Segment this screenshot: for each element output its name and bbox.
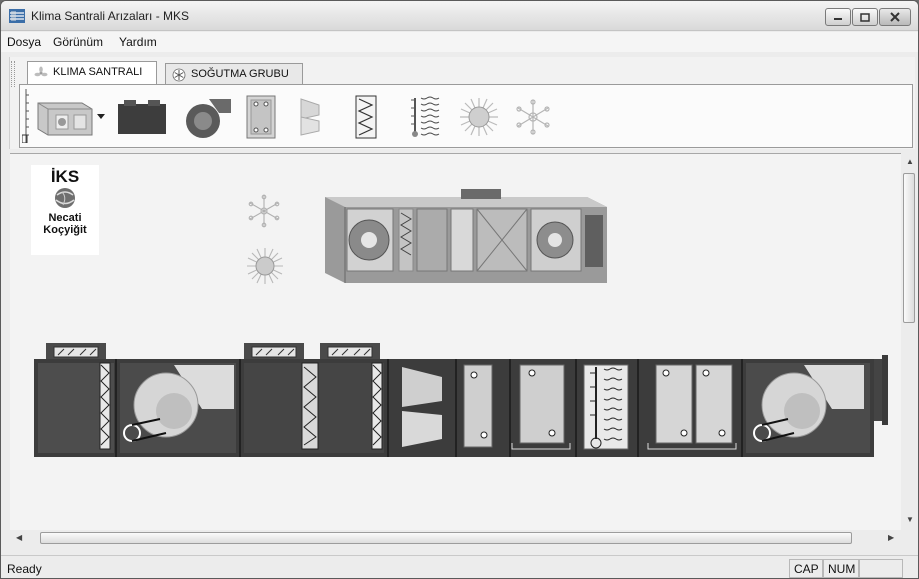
scroll-right-icon[interactable]: ▶ xyxy=(888,533,894,542)
snowflake-icon xyxy=(172,68,186,82)
tab-sogutma-grubu-label: SOĞUTMA GRUBU xyxy=(191,68,289,80)
tool-humidifier[interactable] xyxy=(404,91,448,143)
centrifugal-fan-icon xyxy=(186,99,231,138)
menu-gorunum[interactable]: Görünüm xyxy=(53,35,103,49)
logo-name-last: Koçyiğit xyxy=(43,224,87,236)
canvas-sun-icon[interactable] xyxy=(246,247,284,285)
sound-attenuator-icon xyxy=(300,98,320,136)
status-text: Ready xyxy=(7,562,42,576)
band-grip[interactable] xyxy=(11,61,15,87)
component-toolbar xyxy=(19,84,913,148)
maximize-button[interactable] xyxy=(852,8,878,26)
logo-name-first: Necati xyxy=(48,212,82,224)
dropdown-arrow-icon xyxy=(97,114,105,119)
horizontal-scrollbar[interactable]: ◀ ▶ xyxy=(10,530,901,547)
horizontal-scroll-thumb[interactable] xyxy=(40,532,852,544)
air-handling-unit-icon xyxy=(37,102,93,136)
humidifier-icon xyxy=(411,96,440,137)
app-icon xyxy=(9,9,25,23)
minimize-icon xyxy=(834,18,842,20)
minimize-button[interactable] xyxy=(825,8,851,26)
scroll-up-icon[interactable]: ▲ xyxy=(906,157,914,166)
status-num: NUM xyxy=(823,559,859,578)
canvas-snowflake-icon[interactable] xyxy=(245,193,283,229)
tool-dropdown[interactable] xyxy=(96,91,106,143)
ahu-schematic[interactable] xyxy=(34,339,890,463)
damper-top-2 xyxy=(244,343,304,359)
app-window: Klima Santrali Arızaları - MKS Dosya Gör… xyxy=(0,0,919,579)
vertical-scroll-thumb[interactable] xyxy=(903,173,915,323)
cooling-snowflake-icon xyxy=(516,99,550,135)
tool-damper-panel[interactable] xyxy=(236,91,286,143)
ruler-icon xyxy=(22,89,29,143)
globe-icon xyxy=(55,188,75,208)
ahu-3d-image xyxy=(325,189,607,283)
tool-air-handling-unit[interactable] xyxy=(34,91,96,143)
tool-centrifugal-fan[interactable] xyxy=(176,91,236,143)
bag-filter-icon xyxy=(355,95,377,139)
tool-heating[interactable] xyxy=(454,91,504,143)
mixing-box-icon xyxy=(118,100,166,134)
tab-sogutma-grubu[interactable]: SOĞUTMA GRUBU xyxy=(165,63,303,85)
window-title: Klima Santrali Arızaları - MKS xyxy=(31,9,190,23)
status-cap: CAP xyxy=(789,559,823,578)
damper-panel-icon xyxy=(246,95,276,139)
tool-bag-filter[interactable] xyxy=(346,91,386,143)
maximize-icon xyxy=(860,12,870,22)
tool-mixing-box[interactable] xyxy=(114,91,170,143)
company-logo: İKS Necati Koçyiğit xyxy=(31,165,99,255)
vertical-scrollbar[interactable]: ▲ ▼ xyxy=(901,153,918,530)
close-icon xyxy=(890,12,900,22)
menu-bar: Dosya Görünüm Yardım xyxy=(1,32,918,52)
status-empty-pane xyxy=(859,559,903,578)
tool-sound-attenuator[interactable] xyxy=(290,91,330,143)
title-bar[interactable]: Klima Santrali Arızaları - MKS xyxy=(1,1,918,31)
tool-cooling[interactable] xyxy=(508,91,558,143)
close-button[interactable] xyxy=(879,8,911,26)
scroll-left-icon[interactable]: ◀ xyxy=(16,533,22,542)
fan-icon xyxy=(34,66,48,77)
tab-klima-santrali-label: KLIMA SANTRALI xyxy=(53,66,143,78)
menu-yardim[interactable]: Yardım xyxy=(119,35,157,49)
menu-dosya[interactable]: Dosya xyxy=(7,35,41,49)
damper-top-3 xyxy=(320,343,380,359)
scroll-down-icon[interactable]: ▼ xyxy=(906,515,914,524)
tab-klima-santrali[interactable]: KLIMA SANTRALI xyxy=(27,61,157,85)
heating-sun-icon xyxy=(460,98,498,136)
status-bar: Ready CAP NUM xyxy=(1,555,918,578)
logo-brand: İKS xyxy=(50,167,80,186)
damper-top-1 xyxy=(46,343,106,359)
